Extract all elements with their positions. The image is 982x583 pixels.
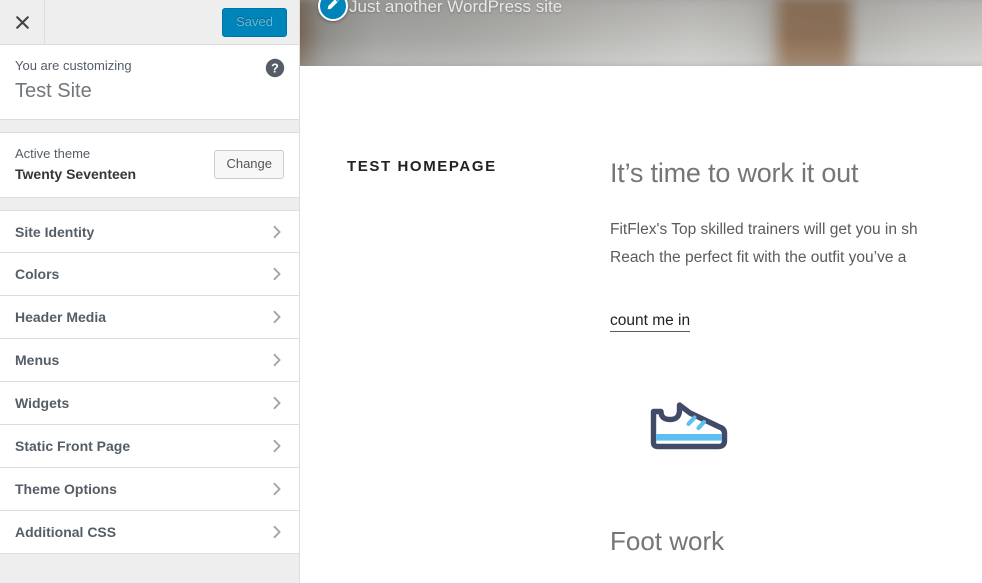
panel-title-column: Test Homepage [300, 156, 610, 558]
site-header: Just another WordPress site [300, 0, 982, 66]
chevron-right-icon [270, 525, 284, 539]
panel-content-column: It’s time to work it out FitFlex's Top s… [610, 156, 982, 558]
sidebar-item-label: Header Media [15, 309, 107, 325]
active-theme-name: Twenty Seventeen [15, 166, 137, 182]
shoe-icon-container [610, 400, 982, 460]
sidebar-item-menus[interactable]: Menus [0, 339, 299, 382]
save-button[interactable]: Saved [222, 7, 287, 37]
sidebar-item-label: Colors [15, 266, 60, 282]
entry-title: It’s time to work it out [610, 158, 859, 188]
close-icon [15, 15, 30, 30]
active-theme-label: Active theme [15, 146, 91, 161]
sidebar-item-colors[interactable]: Colors [0, 253, 299, 296]
front-page-panel: Test Homepage It’s time to work it out F… [300, 66, 982, 558]
sidebar-item-label: Static Front Page [15, 438, 131, 454]
sidebar-gap-top [0, 120, 299, 132]
sidebar-item-header-media[interactable]: Header Media [0, 296, 299, 339]
subsection-title: Foot work [610, 526, 725, 556]
entry-text-line-2: Reach the perfect fit with the outfit yo… [610, 249, 907, 266]
chevron-right-icon [270, 353, 284, 367]
count-me-in-link[interactable]: count me in [610, 312, 691, 332]
preview-pane: Just another WordPress site Test Homepag… [300, 0, 982, 583]
customizer-screen: Saved You are customizing Test Site ? Ac… [0, 0, 982, 583]
sidebar-item-label: Widgets [15, 395, 70, 411]
help-button[interactable]: ? [265, 58, 285, 78]
chevron-right-icon [270, 482, 284, 496]
customizer-sections-list: Site Identity Colors Header Media Menus Widg… [0, 198, 299, 583]
entry-text: FitFlex's Top skilled trainers will get … [610, 216, 982, 272]
sidebar-item-site-identity[interactable]: Site Identity [0, 210, 299, 253]
sidebar-item-additional-css[interactable]: Additional CSS [0, 511, 299, 554]
customizer-sidebar: Saved You are customizing Test Site ? Ac… [0, 0, 300, 583]
chevron-right-icon [270, 439, 284, 453]
chevron-right-icon [270, 225, 284, 239]
save-button-container: Saved [222, 0, 299, 44]
active-theme-text: Active theme Twenty Seventeen [15, 145, 214, 184]
header-spacer [45, 0, 222, 44]
sidebar-item-widgets[interactable]: Widgets [0, 382, 299, 425]
entry-link-container: count me in [610, 309, 982, 333]
sidebar-item-label: Menus [15, 352, 60, 368]
panel-title: Test Homepage [347, 158, 497, 175]
entry-text-line-1: FitFlex's Top skilled trainers will get … [610, 221, 918, 238]
help-circle-icon: ? [265, 58, 285, 82]
chevron-right-icon [270, 396, 284, 410]
customizing-info-panel: You are customizing Test Site ? [0, 45, 299, 120]
active-theme-panel: Active theme Twenty Seventeen Change [0, 132, 299, 198]
sidebar-item-label: Theme Options [15, 481, 117, 497]
sidebar-item-static-front-page[interactable]: Static Front Page [0, 425, 299, 468]
page-body: Test Homepage It’s time to work it out F… [300, 66, 982, 583]
close-customizer-button[interactable] [0, 0, 45, 44]
chevron-right-icon [270, 267, 284, 281]
sneaker-icon [649, 402, 731, 459]
chevron-right-icon [270, 310, 284, 324]
sidebar-item-theme-options[interactable]: Theme Options [0, 468, 299, 511]
svg-text:?: ? [271, 62, 279, 76]
sidebar-item-label: Site Identity [15, 223, 95, 240]
sidebar-item-label: Additional CSS [15, 524, 117, 540]
change-theme-button[interactable]: Change [214, 150, 284, 179]
pencil-edit-icon [325, 0, 341, 17]
site-tagline: Just another WordPress site [349, 0, 563, 16]
page-title: Test Site [15, 80, 92, 102]
customizer-header-bar: Saved [0, 0, 299, 45]
customizing-label: You are customizing [15, 58, 132, 73]
